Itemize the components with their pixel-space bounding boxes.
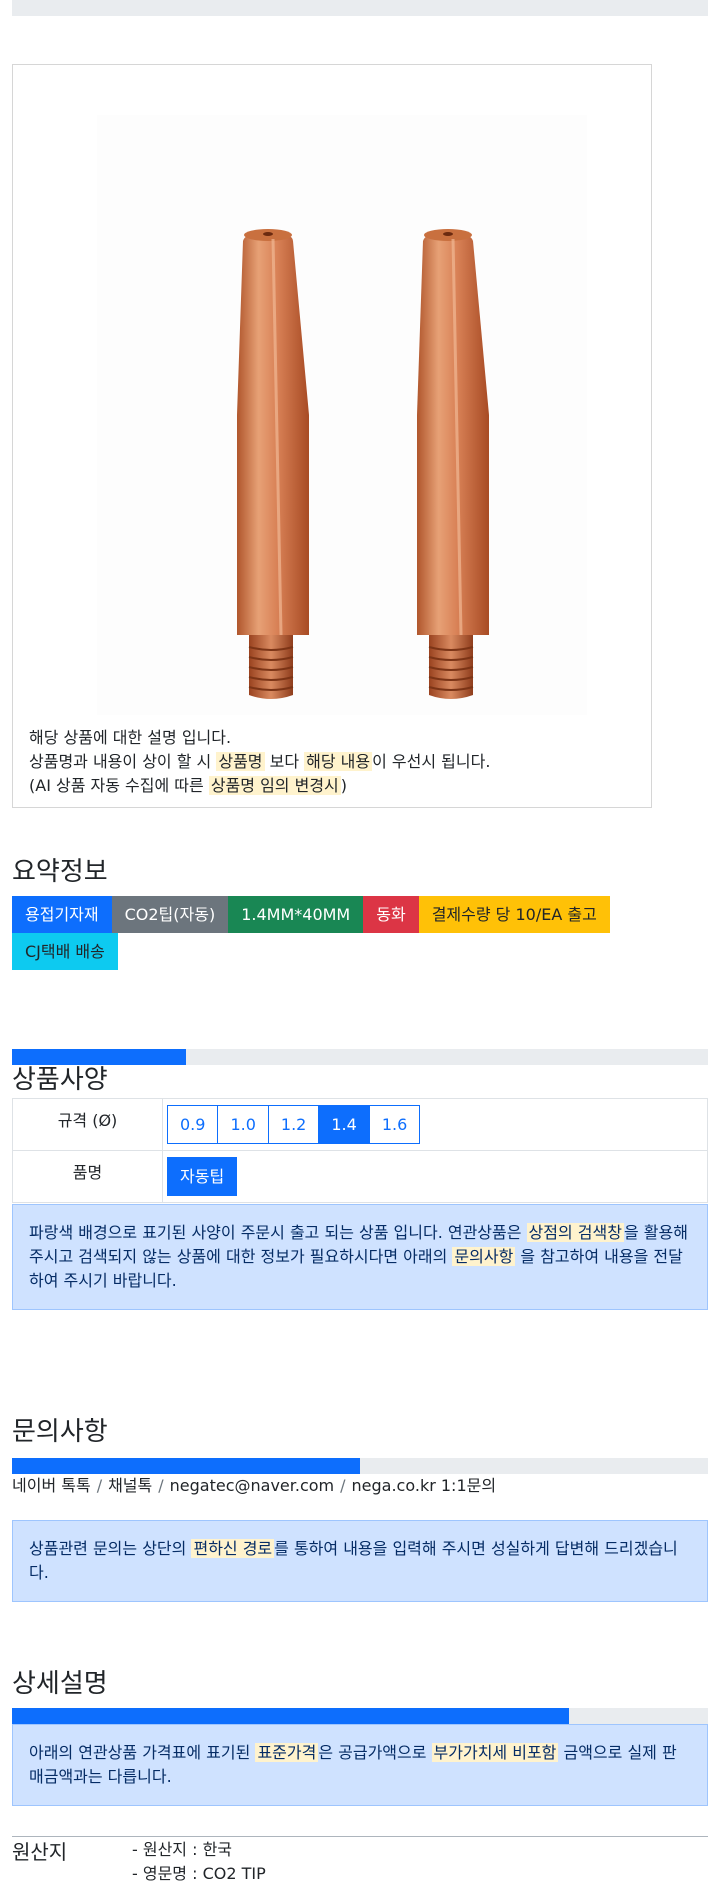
inquiry-title: 문의사항 — [12, 1417, 108, 1447]
separator: / — [340, 1476, 346, 1495]
notice-text: 아래의 연관상품 가격표에 표기된 — [29, 1743, 256, 1762]
size-options: 0.9 1.0 1.2 1.4 1.6 — [167, 1105, 703, 1144]
origin-divider — [12, 1836, 708, 1837]
highlight-inquiry: 문의사항 — [452, 1247, 516, 1266]
caption-line-3: (AI 상품 자동 수집에 따른 상품명 임의 변경시) — [29, 774, 347, 798]
spec-title: 상품사양 — [12, 1065, 108, 1095]
inquiry-progress — [12, 1458, 708, 1474]
size-option-1-0[interactable]: 1.0 — [217, 1105, 269, 1144]
contact-website[interactable]: nega.co.kr 1:1문의 — [352, 1476, 497, 1495]
caption-text: 상품명과 내용이 상이 할 시 — [29, 752, 217, 771]
badge-type: CO2팁(자동) — [111, 896, 229, 933]
badge-size: 1.4MM*40MM — [228, 896, 364, 933]
spec-table: 규격 (Ø) 0.9 1.0 1.2 1.4 1.6 품명 자동팁 — [12, 1098, 708, 1203]
detail-title: 상세설명 — [12, 1669, 108, 1699]
summary-badges: 용접기자재 CO2팁(자동) 1.4MM*40MM 동화 결제수량 당 10/EA 출고… — [12, 896, 652, 970]
spec-row-size: 규격 (Ø) 0.9 1.0 1.2 1.4 1.6 — [12, 1098, 708, 1151]
name-option-auto-tip[interactable]: 자동팁 — [167, 1157, 238, 1196]
origin-english-name: - 영문명 : CO2 TIP — [132, 1864, 266, 1883]
name-options-cell: 자동팁 — [162, 1150, 708, 1203]
product-card: 해당 상품에 대한 설명 입니다. 상품명과 내용이 상이 할 시 상품명 보다… — [12, 64, 652, 808]
detail-notice: 아래의 연관상품 가격표에 표기된 표준가격 은 공급가액으로 부가가치세 비포함… — [12, 1724, 708, 1806]
size-option-0-9[interactable]: 0.9 — [167, 1105, 219, 1144]
origin-details: - 원산지 : 한국 - 영문명 : CO2 TIP — [132, 1838, 266, 1886]
badge-maker: 동화 — [363, 896, 419, 933]
spec-row-name: 품명 자동팁 — [12, 1150, 708, 1203]
summary-title: 요약정보 — [12, 857, 108, 887]
contact-email[interactable]: negatec@naver.com — [170, 1476, 334, 1495]
highlight-name-change: 상품명 임의 변경시 — [208, 776, 341, 795]
origin-country: - 원산지 : 한국 — [132, 1840, 233, 1859]
origin-label: 원산지 — [12, 1840, 68, 1864]
inquiry-progress-fill — [12, 1458, 360, 1474]
caption-text: ) — [340, 776, 348, 795]
size-option-1-4[interactable]: 1.4 — [318, 1105, 370, 1144]
size-option-1-2[interactable]: 1.2 — [267, 1105, 320, 1144]
separator: / — [158, 1476, 164, 1495]
spec-progress — [12, 1049, 708, 1065]
notice-text: 파랑색 배경으로 표기된 사양이 주문시 출고 되는 상품 입니다. 연관상품은 — [29, 1223, 527, 1242]
inquiry-notice: 상품관련 문의는 상단의 편하신 경로 를 통하여 내용을 입력해 주시면 성실하… — [12, 1520, 708, 1602]
top-progress-bar — [12, 0, 708, 16]
notice-text: 상품관련 문의는 상단의 — [29, 1539, 192, 1558]
separator: / — [96, 1476, 103, 1495]
badge-shipping: CJ택배 배송 — [12, 933, 118, 970]
badge-category: 용접기자재 — [12, 896, 112, 933]
highlight-channel: 편하신 경로 — [191, 1539, 275, 1558]
highlight-product-name: 상품명 — [216, 752, 265, 771]
product-image — [97, 115, 587, 715]
caption-text: 보다 — [264, 752, 305, 771]
contact-naver-talk[interactable]: 네이버 톡톡 — [12, 1476, 91, 1495]
size-option-1-6[interactable]: 1.6 — [368, 1105, 421, 1144]
spec-progress-fill — [12, 1049, 186, 1065]
size-options-cell: 0.9 1.0 1.2 1.4 1.6 — [162, 1098, 708, 1151]
spec-notice: 파랑색 배경으로 표기된 사양이 주문시 출고 되는 상품 입니다. 연관상품은… — [12, 1204, 708, 1310]
caption-text: (AI 상품 자동 수집에 따른 — [29, 776, 209, 795]
contact-channel-talk[interactable]: 채널톡 — [108, 1476, 152, 1495]
highlight-standard-price: 표준가격 — [255, 1743, 319, 1762]
highlight-vat: 부가가치세 비포함 — [431, 1743, 559, 1762]
detail-progress-fill — [12, 1708, 569, 1724]
badge-quantity: 결제수량 당 10/EA 출고 — [418, 896, 610, 933]
caption-text: 이 우선시 됩니다. — [372, 752, 491, 771]
highlight-content: 해당 내용 — [304, 752, 373, 771]
size-label: 규격 (Ø) — [12, 1098, 163, 1151]
detail-progress — [12, 1708, 708, 1724]
highlight-search: 상점의 검색창 — [526, 1223, 624, 1242]
caption-line-1: 해당 상품에 대한 설명 입니다. — [29, 728, 232, 747]
contact-channels: 네이버 톡톡 / 채널톡 / negatec@naver.com / nega.co.kr … — [12, 1474, 496, 1498]
caption-line-2: 상품명과 내용이 상이 할 시 상품명 보다 해당 내용 이 우선시 됩니다. — [29, 750, 490, 774]
notice-text: 은 공급가액으로 — [318, 1743, 432, 1762]
name-label: 품명 — [12, 1150, 163, 1203]
